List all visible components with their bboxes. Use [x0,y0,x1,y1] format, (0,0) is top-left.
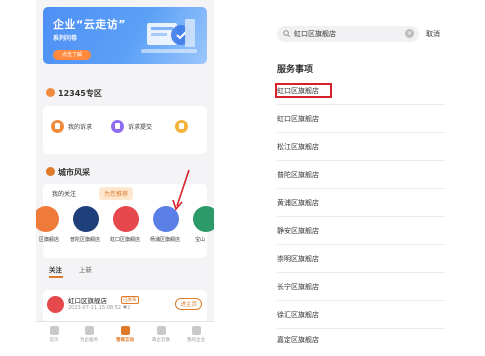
city-icon [46,167,55,176]
list-item[interactable]: 徐汇区旗舰店 [277,301,445,329]
result-label: 松江区旗舰店 [277,143,319,151]
banner-title: 企业“云走访” [53,18,126,31]
clear-icon[interactable]: × [405,29,414,38]
result-label: 嘉定区旗舰店 [277,336,319,344]
result-label: 崇明区旗舰店 [277,255,319,263]
recommended-accounts: 区旗舰店 普陀区旗舰店 虹口区旗舰店 杨浦区旗舰店 宝山 [36,206,214,246]
tab-enterprise-service-label: 为企服务 [80,338,98,343]
right-phone-screen: 虹口区旗舰店 × 取消 服务事项 虹口区旗舰店 虹口区旗舰店 松江区旗舰店 普陀… [265,0,450,356]
cloud-icon [156,326,166,335]
hand-icon [175,120,188,133]
feed-tabs: 关注 上新 [43,264,207,278]
result-label: 虹口区旗舰店 [277,87,319,95]
list-item[interactable]: 虹口区旗舰店 [275,77,445,105]
account-label: 宝山 [195,237,206,243]
list-item[interactable]: 普陀区旗舰店 [277,161,445,189]
section-12345-card: 我的诉求 诉求提交 [43,106,207,154]
tab-my-follows[interactable]: 我的关注 [47,187,81,200]
account-label: 普陀区旗舰店 [70,237,101,243]
list-item[interactable]: 嘉定区旗舰店 [277,326,445,354]
active-tab-indicator [49,276,63,278]
tab-home[interactable]: 首页 [39,326,69,343]
list-item[interactable]: 崇明区旗舰店 [277,245,445,273]
left-phone-screen: 企业“云走访” 系列问卷 点击了解 12345专区 我的诉求 诉求提交 城市风采… [36,0,214,356]
list-item[interactable]: 长宁区旗舰店 [277,273,445,301]
tab-my-enterprise[interactable]: 我的企业 [181,326,211,343]
service-items-heading: 服务事项 [277,65,314,75]
tab-new[interactable]: 上新 [79,264,92,274]
section-city-header: 城市风采 [46,167,90,178]
list-item[interactable]: 静安区旗舰店 [277,217,445,245]
search-icon [283,30,290,37]
visit-homepage-button[interactable]: 进主页 [175,298,202,310]
account-label: 虹口区旗舰店 [110,237,141,243]
tab-recommended[interactable]: 为您推荐 [99,187,134,200]
document-icon [51,120,64,133]
like-count: 2 [127,305,131,311]
account-label: 区旗舰店 [39,237,60,243]
result-label: 普陀区旗舰店 [277,171,319,179]
post-time: 2023-07-11 15:08:52 ♥2 [68,305,130,311]
tab-business-interaction[interactable]: 营商互动 [110,326,140,343]
bottom-tab-bar: 首页 为企服务 营商互动 政企云联 我的企业 [36,321,214,356]
banner-learn-more-button[interactable]: 点击了解 [53,50,91,60]
feed-post[interactable]: 虹口区旗舰店 已发布 2023-07-11 15:08:52 ♥2 进主页 [43,290,207,324]
user-icon [191,326,201,335]
status-badge: 已发布 [121,296,139,304]
account-label: 杨浦区旗舰店 [150,237,181,243]
result-label: 虹口区旗舰店 [277,115,319,123]
tab-following[interactable]: 关注 [49,264,62,274]
house-icon [111,120,124,133]
service-hand-button[interactable] [175,120,192,133]
section-12345-header: 12345专区 [46,88,102,99]
phone-icon [46,88,55,97]
list-item[interactable]: 黄浦区旗舰店 [277,189,445,217]
post-author: 虹口区旗舰店 [68,297,107,305]
section-12345-title: 12345专区 [58,89,102,98]
account-avatar[interactable] [36,206,59,232]
result-label: 静安区旗舰店 [277,227,319,235]
tab-my-enterprise-label: 我的企业 [187,338,205,343]
account-avatar[interactable] [113,206,139,232]
tab-gov-cloud[interactable]: 政企云联 [146,326,176,343]
my-requests-button[interactable]: 我的诉求 [51,120,92,133]
section-city-title: 城市风采 [58,168,90,177]
avatar [47,296,64,313]
list-item[interactable]: 虹口区旗舰店 [277,105,445,133]
banner-illustration [141,19,197,53]
account-avatar[interactable] [73,206,99,232]
interact-icon [120,326,130,335]
search-bar[interactable]: 虹口区旗舰店 × [277,26,419,42]
red-annotation-arrow [172,169,190,211]
search-input[interactable]: 虹口区旗舰店 [294,29,336,39]
tab-home-label: 首页 [49,338,59,343]
submit-request-button[interactable]: 诉求提交 [111,120,152,133]
cancel-button[interactable]: 取消 [426,29,440,39]
promo-banner[interactable]: 企业“云走访” 系列问卷 点击了解 [43,7,207,64]
my-requests-label: 我的诉求 [68,124,93,131]
post-timestamp: 2023-07-11 15:08:52 [68,305,122,311]
result-label: 徐汇区旗舰店 [277,311,319,319]
tab-gov-cloud-label: 政企云联 [152,338,170,343]
result-label: 长宁区旗舰店 [277,283,319,291]
home-icon [49,326,59,335]
list-item[interactable]: 松江区旗舰店 [277,133,445,161]
result-label: 黄浦区旗舰店 [277,199,319,207]
account-avatar[interactable] [193,206,214,232]
service-icon [84,326,94,335]
banner-subtitle: 系列问卷 [53,35,78,42]
submit-request-label: 诉求提交 [128,124,153,131]
tab-enterprise-service[interactable]: 为企服务 [74,326,104,343]
tab-business-interaction-label: 营商互动 [116,338,134,343]
